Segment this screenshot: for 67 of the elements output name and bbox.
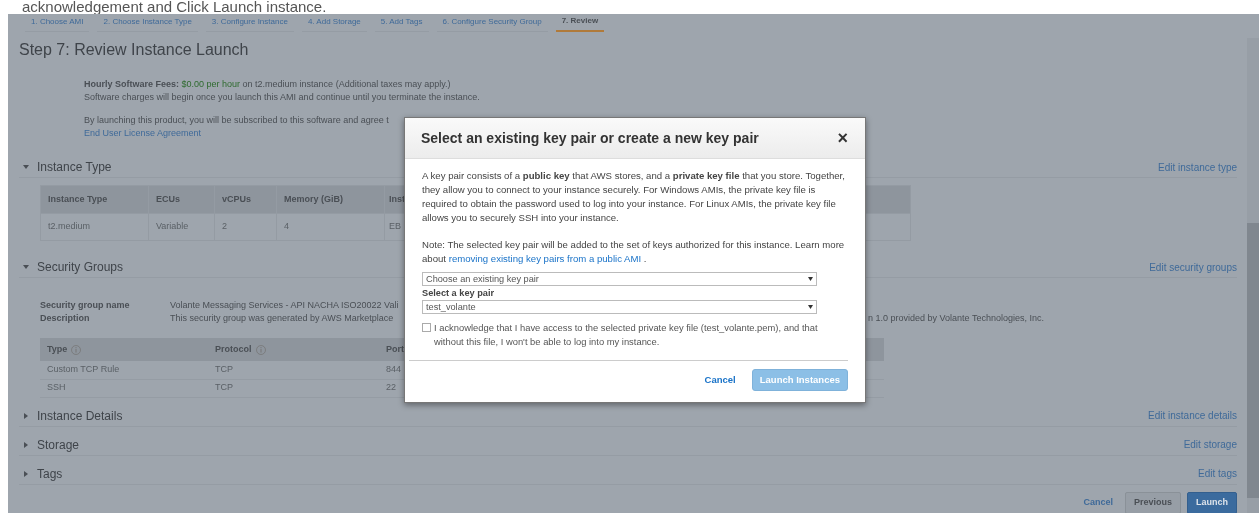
dialog-title: Select an existing key pair or create a new key pair <box>421 129 759 147</box>
edit-link[interactable]: Edit security groups <box>1149 259 1237 275</box>
column-header: Protocol <box>215 343 252 354</box>
table-cell: TCP <box>215 364 233 375</box>
caret-down-icon[interactable] <box>23 264 29 271</box>
launch-button[interactable]: Launch <box>1187 492 1237 513</box>
field-value: n 1.0 provided by Volante Technologies, Inc. <box>868 312 1044 326</box>
section-title[interactable]: Tags <box>37 464 63 483</box>
wizard-step-tab[interactable]: 2. Choose Instance Type <box>97 16 198 32</box>
acknowledge-text: I acknowledge that I have access to the selected private key file (test_volante.pem), and that without this file, I won't be able to log into my instance. <box>434 321 819 349</box>
checkbox[interactable] <box>422 323 431 332</box>
wizard-step-tab[interactable]: 7. Review <box>555 15 605 32</box>
section-title[interactable]: Instance Type <box>37 158 112 177</box>
edit-link[interactable]: Edit storage <box>1183 437 1237 453</box>
field-value: Volante Messaging Services - API NACHA ISO20022 Vali <box>170 299 400 313</box>
caret-right-icon[interactable] <box>23 470 29 477</box>
scrollbar[interactable] <box>1247 38 1259 513</box>
wizard-step-tab[interactable]: 6. Configure Security Group <box>436 16 548 32</box>
cancel-link[interactable]: Cancel <box>1083 496 1113 510</box>
table-cell: Variable <box>148 213 215 241</box>
section-title[interactable]: Instance Details <box>37 406 123 425</box>
close-button[interactable]: × <box>837 129 848 147</box>
note-text: Note: The selected key pair will be added to the set of keys authorized for this instance. Learn more about removing existing key pairs from a public AMI . <box>422 238 846 266</box>
banner-text: acknowledgement and Click Launch instance. <box>22 0 327 15</box>
table-cell: SSH <box>47 382 66 393</box>
table-cell: 844 <box>386 364 402 375</box>
dropdown-arrow-icon <box>808 277 813 281</box>
column-header: ECUs <box>148 185 215 214</box>
column-header: Port <box>386 343 404 354</box>
table-cell: TCP <box>215 382 233 393</box>
table-cell: 22 <box>386 382 396 393</box>
dropdown[interactable]: Choose an existing key pair <box>422 272 817 286</box>
table-cell: t2.medium <box>40 213 149 241</box>
scrollbar-thumb[interactable] <box>1247 223 1259 498</box>
column-header: Memory (GiB) <box>276 185 385 214</box>
subscription-text: By launching this product, you will be subscribed to this software and agree t <box>84 114 390 128</box>
dropdown-arrow-icon <box>808 305 813 309</box>
caret-down-icon[interactable] <box>23 164 29 171</box>
field-label: Select a key pair <box>422 287 495 300</box>
edit-link[interactable]: Edit instance type <box>1158 159 1237 175</box>
caret-right-icon[interactable] <box>23 441 29 448</box>
column-header: Instance Type <box>40 185 149 214</box>
previous-button[interactable]: Previous <box>1124 492 1181 513</box>
edit-link[interactable]: Edit tags <box>1198 466 1237 482</box>
section-title[interactable]: Storage <box>37 435 80 454</box>
column-header: vCPUs <box>214 185 277 214</box>
wizard-step-tab[interactable]: 4. Add Storage <box>301 16 367 32</box>
help-link[interactable]: removing existing key pairs from a public AMI <box>448 253 642 264</box>
section-title[interactable]: Security Groups <box>37 258 124 277</box>
fee-text: Hourly Software Fees: $0.00 per hour on t2.medium instance (Additional taxes may apply.) <box>84 78 452 92</box>
software-charge-note: Software charges will begin once you launch this AMI and continue until you terminate the instance. <box>84 91 481 105</box>
eula-link[interactable]: End User License Agreement <box>84 128 202 139</box>
table-cell: Custom TCP Rule <box>47 364 120 375</box>
dropdown[interactable]: test_volante <box>422 300 817 314</box>
column-header: Type <box>47 343 68 354</box>
wizard-step-tab[interactable]: 3. Configure Instance <box>205 16 294 32</box>
table-cell: 4 <box>276 213 385 241</box>
edit-link[interactable]: Edit instance details <box>1148 408 1237 424</box>
field-value: This security group was generated by AWS Marketplace <box>170 312 395 326</box>
caret-right-icon[interactable] <box>23 412 29 419</box>
wizard-step-tab[interactable]: 5. Add Tags <box>374 16 429 32</box>
field-label: Security group name <box>40 299 131 313</box>
cancel-button[interactable]: Cancel <box>698 372 742 389</box>
page-title: Step 7: Review Instance Launch <box>19 40 250 60</box>
wizard-step-tab[interactable]: 1. Choose AMI <box>25 16 90 32</box>
table-cell: 2 <box>214 213 277 241</box>
field-label: Description <box>40 312 91 326</box>
